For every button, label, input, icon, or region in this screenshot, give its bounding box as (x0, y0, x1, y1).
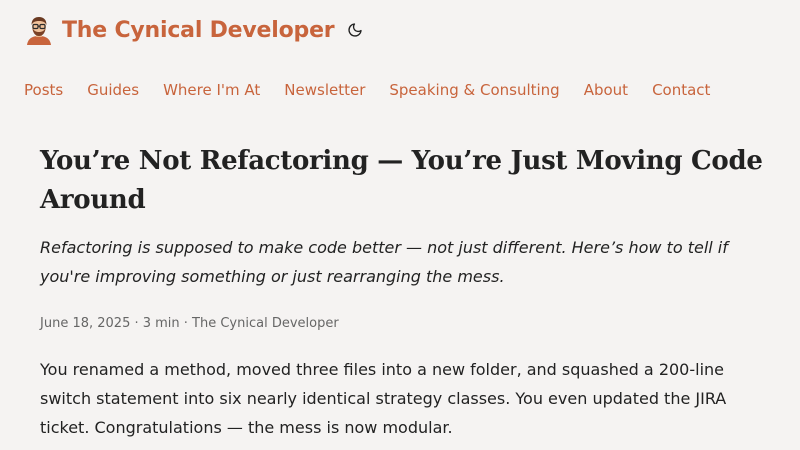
developer-avatar-icon[interactable] (24, 15, 54, 45)
nav-item-guides[interactable]: Guides (87, 79, 139, 101)
nav-item-contact[interactable]: Contact (652, 79, 710, 101)
main-nav: Posts Guides Where I'm At Newsletter Spe… (24, 79, 734, 101)
nav-item-speaking-consulting[interactable]: Speaking & Consulting (389, 79, 559, 101)
site-header: The Cynical Developer (24, 12, 364, 48)
post-paragraph: You renamed a method, moved three files … (40, 360, 727, 437)
post-subtitle: Refactoring is supposed to make code bet… (40, 238, 728, 286)
post-title: You’re Not Refactoring — You’re Just Mov… (40, 146, 763, 215)
post-meta: June 18, 2025 · 3 min · The Cynical Deve… (40, 316, 339, 331)
nav-item-newsletter[interactable]: Newsletter (284, 79, 365, 101)
nav-item-posts[interactable]: Posts (24, 79, 63, 101)
site-title-link[interactable]: The Cynical Developer (62, 18, 335, 43)
post-body: You renamed a method, moved three files … (40, 355, 764, 442)
article: You’re Not Refactoring — You’re Just Mov… (40, 142, 764, 442)
moon-icon (348, 23, 363, 37)
nav-item-about[interactable]: About (584, 79, 628, 101)
theme-toggle-button[interactable] (346, 21, 364, 39)
nav-item-where-im-at[interactable]: Where I'm At (163, 79, 260, 101)
